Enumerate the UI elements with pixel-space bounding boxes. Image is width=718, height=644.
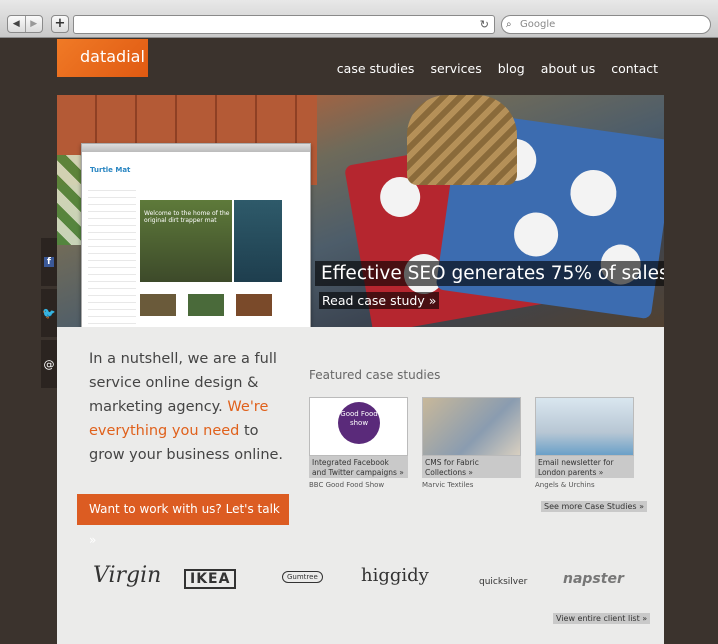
social-sidebar: f 🐦 @ [41,238,57,391]
reload-icon[interactable]: ↻ [480,18,489,31]
page: datadial case studies services blog abou… [0,39,718,644]
facebook-link[interactable]: f [41,238,57,286]
case-item[interactable]: CMS for Fabric Collections » Marvic Text… [422,397,521,489]
bird-icon: 🐦 [42,306,56,320]
at-icon: @ [43,357,55,371]
hero-site-screenshot: Turtle Mat Welcome to the home of the or… [81,143,311,327]
case-item[interactable]: Email newsletter for London parents » An… [535,397,634,489]
featured-cases: Good Food show Integrated Facebook and T… [309,397,634,489]
good-food-show-logo: Good Food show [338,402,380,444]
facebook-icon: f [44,257,54,267]
screenshot-welcome: Welcome to the home of the original dirt… [140,200,232,282]
back-icon[interactable]: ◀ [8,16,25,32]
case-item[interactable]: Good Food show Integrated Facebook and T… [309,397,408,489]
url-bar[interactable]: ↻ [73,15,495,34]
email-link[interactable]: @ [41,340,57,388]
hero-banner[interactable]: Turtle Mat Welcome to the home of the or… [57,95,664,327]
napster-logo: napster [563,571,624,587]
nav-case-studies[interactable]: case studies [337,61,415,76]
client-logos: Virgin IKEA Gumtree higgidy quicksilver … [89,557,639,597]
nav-services[interactable]: services [430,61,481,76]
search-input[interactable]: ⌕ Google [501,15,711,34]
screenshot-mats [140,294,272,316]
main-content: In a nutshell, we are a full service onl… [57,327,664,644]
nav-blog[interactable]: blog [498,61,525,76]
virgin-logo: Virgin [93,563,162,588]
higgidy-logo: higgidy [361,565,429,586]
nav-contact[interactable]: contact [611,61,658,76]
contact-cta-button[interactable]: Want to work with us? Let's talk » [77,494,289,547]
forward-icon[interactable]: ▶ [24,16,43,32]
search-icon: ⌕ [506,19,512,30]
see-more-case-studies-link[interactable]: See more Case Studies » [541,501,647,512]
main-nav: case studies services blog about us cont… [337,61,658,76]
browser-chrome: ◀ ▶ + ↻ ⌕ Google [0,0,718,38]
hero-basket [407,95,517,185]
featured-title: Featured case studies [309,368,441,382]
intro-text: In a nutshell, we are a full service onl… [89,351,284,463]
twitter-link[interactable]: 🐦 [41,289,57,337]
back-forward-buttons[interactable]: ◀ ▶ [7,15,43,33]
new-tab-button[interactable]: + [51,15,69,33]
hero-caption[interactable]: Effective SEO generates 75% of sales Rea… [315,261,664,309]
read-case-study-link[interactable]: Read case study » [319,292,440,309]
view-client-list-link[interactable]: View entire client list » [553,613,651,624]
screenshot-brand: Turtle Mat [90,166,131,174]
hero-headline: Effective SEO generates 75% of sales [321,263,664,284]
logo[interactable]: datadial [57,39,148,77]
ikea-logo: IKEA [184,569,237,589]
nav-about-us[interactable]: about us [541,61,595,76]
quicksilver-logo: quicksilver [479,577,528,587]
gumtree-logo: Gumtree [282,571,323,583]
search-placeholder: Google [520,19,556,30]
